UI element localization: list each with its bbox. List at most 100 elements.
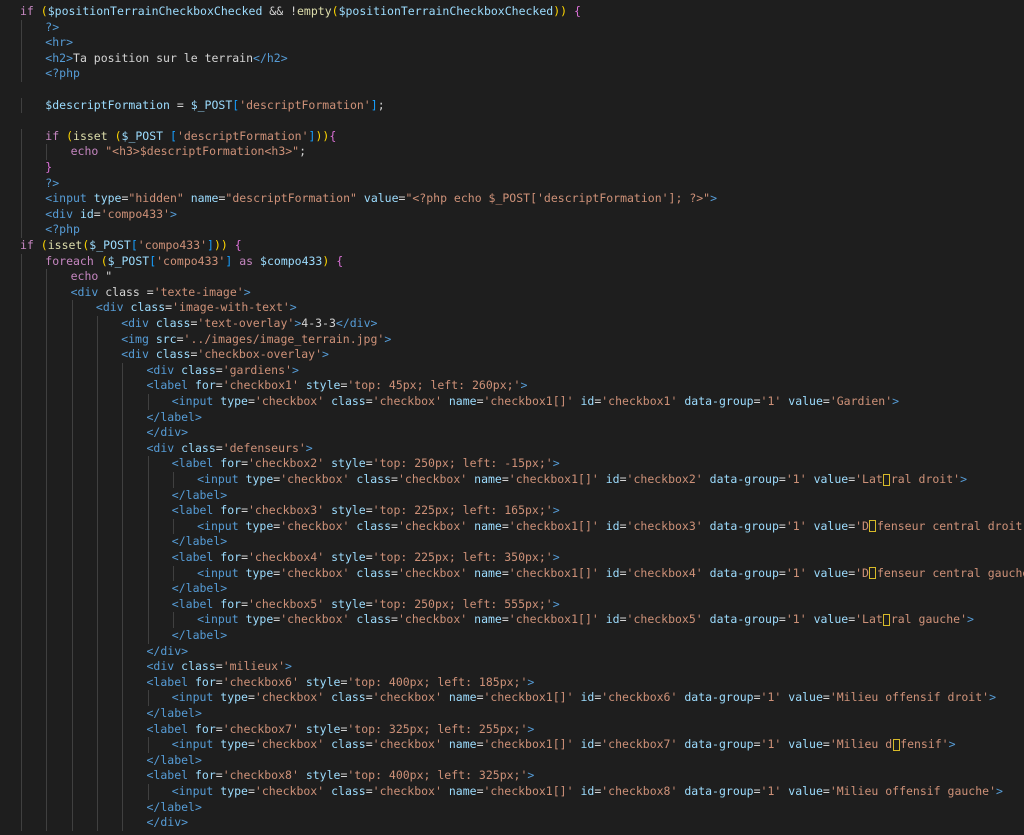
code-line[interactable]: } (45, 160, 52, 176)
indent-guide (71, 612, 73, 628)
indent-guide (46, 752, 48, 769)
indent-guide (21, 596, 22, 613)
code-line[interactable]: <div id='compo433'> (45, 207, 177, 223)
indent-guide (71, 628, 73, 644)
code-line[interactable]: </label> (147, 706, 202, 722)
indent-guide (21, 534, 22, 550)
code-line[interactable]: </label> (147, 410, 202, 426)
code-line[interactable]: if ($positionTerrainCheckboxChecked && !… (20, 4, 581, 20)
indent-guide (96, 503, 98, 519)
indent-guide (21, 628, 22, 644)
indent-guide (21, 50, 22, 67)
indent-guide (21, 737, 22, 753)
code-line[interactable]: if (isset($_POST['compo433'])) { (20, 238, 242, 254)
indent-guide (122, 503, 124, 519)
indent-guide (71, 643, 73, 660)
code-line[interactable]: <label for='checkbox2' style='top: 250px… (172, 456, 560, 472)
code-line[interactable]: <label for='checkbox8' style='top: 400px… (147, 768, 535, 784)
indent-guide (71, 659, 73, 675)
code-line[interactable]: <div class ='texte-image'> (71, 285, 251, 301)
code-line[interactable]: <input type='checkbox' class='checkbox' … (172, 737, 956, 753)
indent-guide (21, 752, 22, 769)
code-line[interactable]: </label> (172, 488, 227, 504)
indent-guide (21, 425, 22, 441)
indent-guide (122, 721, 124, 738)
code-line[interactable]: <label for='checkbox4' style='top: 225px… (172, 550, 560, 566)
code-line[interactable]: <h2>Ta position sur le terrain</h2> (45, 51, 287, 67)
indent-guide (46, 300, 48, 316)
indent-guide (71, 690, 73, 706)
code-line[interactable]: <div class='text-overlay'>4-3-3</div> (121, 316, 377, 332)
indent-guide (46, 503, 48, 519)
code-line[interactable]: <input type='checkbox' class='checkbox' … (172, 784, 1003, 800)
code-line[interactable]: <input type='checkbox' class='checkbox' … (197, 612, 974, 628)
code-line[interactable]: <label for='checkbox6' style='top: 400px… (147, 675, 535, 691)
code-line[interactable]: <input type='checkbox' class='checkbox' … (197, 472, 967, 488)
code-line[interactable]: <input type="hidden" name="descriptForma… (45, 191, 717, 207)
code-line[interactable]: ?> (45, 176, 59, 192)
indent-guide (147, 456, 149, 472)
indent-guide (71, 378, 73, 394)
code-line[interactable]: <div class='checkbox-overlay'> (121, 347, 329, 363)
code-line[interactable]: </div> (147, 425, 189, 441)
indent-guide (46, 394, 48, 410)
code-line[interactable]: $descriptFormation = $_POST['descriptFor… (45, 98, 384, 114)
indent-guide (21, 815, 22, 831)
code-line[interactable]: <?php (45, 222, 80, 238)
indent-guide (96, 550, 98, 566)
code-line[interactable]: echo "<h3>$descriptFormation<h3>"; (71, 144, 306, 160)
indent-guide (21, 456, 22, 472)
indent-guide (96, 487, 98, 504)
indent-guide (122, 518, 124, 535)
code-line[interactable]: <div class='gardiens'> (147, 363, 299, 379)
invalid-character-marker (892, 738, 900, 751)
indent-guide (122, 628, 124, 644)
code-line[interactable]: </label> (147, 800, 202, 816)
code-line[interactable]: <hr> (45, 35, 73, 51)
indent-guide (21, 394, 22, 410)
code-line[interactable]: </label> (172, 534, 227, 550)
indent-guide (46, 674, 48, 691)
code-line[interactable]: ?> (45, 20, 59, 36)
code-line[interactable]: <div class='milieux'> (147, 659, 292, 675)
code-line[interactable]: foreach ($_POST['compo433'] as $compo433… (45, 254, 343, 270)
indent-guide (46, 425, 48, 441)
indent-guide (21, 487, 22, 504)
code-line[interactable]: </div> (147, 815, 189, 831)
code-line[interactable]: if (isset ($_POST ['descriptFormation'])… (45, 129, 336, 145)
indent-guide (21, 160, 22, 176)
code-line[interactable]: <label for='checkbox3' style='top: 225px… (172, 503, 560, 519)
code-line[interactable]: <label for='checkbox1' style='top: 45px;… (147, 378, 528, 394)
code-editor[interactable]: if ($positionTerrainCheckboxChecked && !… (0, 0, 1024, 835)
indent-guide (172, 472, 174, 488)
indent-guide (122, 581, 124, 597)
invalid-character-marker (883, 613, 891, 626)
indent-guide (147, 596, 149, 613)
code-line[interactable]: <?php (45, 66, 80, 82)
indent-guide (21, 768, 22, 784)
code-line[interactable]: <input type='checkbox' class='checkbox' … (172, 690, 996, 706)
code-line[interactable]: <div class='image-with-text'> (96, 300, 297, 316)
code-line[interactable]: <input type='checkbox' class='checkbox' … (172, 394, 899, 410)
code-line[interactable]: <input type='checkbox' class='checkbox' … (197, 566, 1024, 582)
indent-guide (96, 456, 98, 472)
code-line[interactable]: <label for='checkbox7' style='top: 325px… (147, 722, 535, 738)
code-line[interactable]: <div class='defenseurs'> (147, 441, 313, 457)
code-line[interactable]: </label> (172, 628, 227, 644)
code-line[interactable]: <input type='checkbox' class='checkbox' … (197, 519, 1024, 535)
indent-guide (96, 518, 98, 535)
code-line[interactable]: </label> (147, 753, 202, 769)
indent-guide (46, 581, 48, 597)
indent-guide (46, 144, 48, 160)
code-line[interactable]: </div> (147, 644, 189, 660)
indent-guide (46, 534, 48, 550)
code-line[interactable]: <img src='../images/image_terrain.jpg'> (121, 332, 391, 348)
indent-guide (21, 206, 22, 223)
code-line[interactable]: echo " (71, 269, 113, 285)
indent-guide (96, 362, 98, 379)
indent-guide (96, 674, 98, 691)
code-line[interactable]: <label for='checkbox5' style='top: 250px… (172, 597, 560, 613)
indent-guide (147, 472, 149, 488)
indent-guide (21, 331, 22, 348)
code-line[interactable]: </label> (172, 581, 227, 597)
